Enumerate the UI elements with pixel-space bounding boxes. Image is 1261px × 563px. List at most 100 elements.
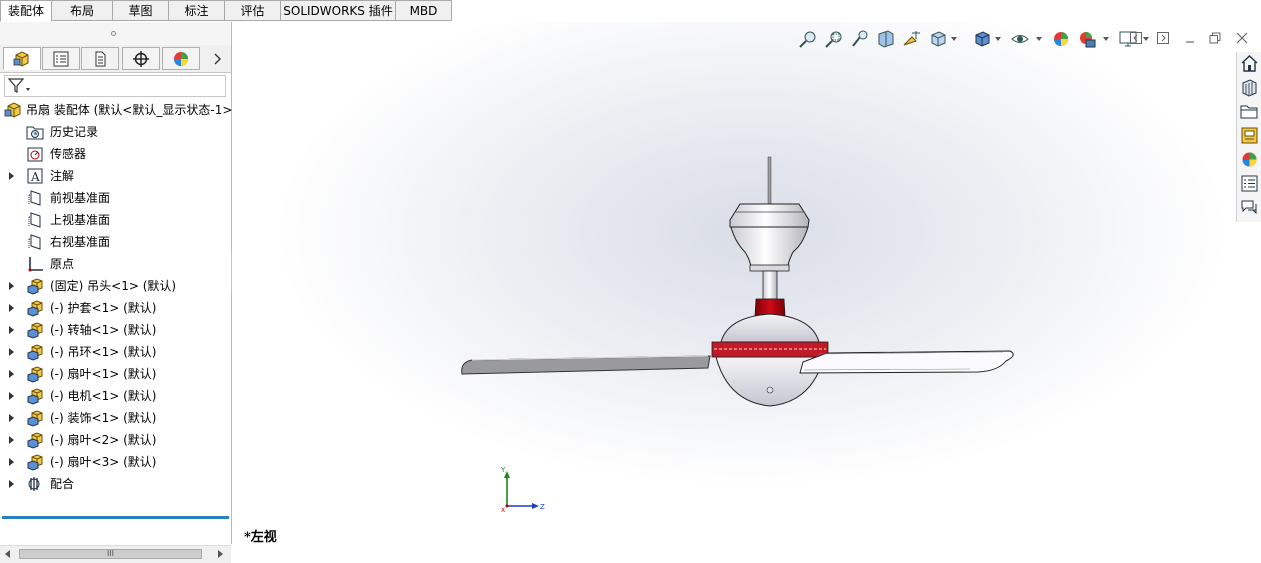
tree-item-label: (-) 护套<1> (默认): [50, 301, 157, 315]
minimize-icon[interactable]: [1184, 32, 1196, 44]
chevron-right-icon[interactable]: [212, 53, 222, 65]
expand-arrow-icon[interactable]: [9, 348, 14, 356]
home-icon[interactable]: [1240, 54, 1259, 73]
part-icon: [27, 432, 43, 449]
file-explorer-icon[interactable]: [1240, 102, 1259, 121]
tab-mbd[interactable]: MBD: [396, 0, 452, 21]
appearances-icon[interactable]: [1240, 150, 1259, 169]
expand-arrow-icon[interactable]: [9, 480, 14, 488]
tree-item-label: 注解: [50, 169, 75, 183]
canopy-bell: [730, 226, 809, 268]
zoom-to-fit-icon[interactable]: [798, 29, 818, 49]
svg-text:A: A: [30, 170, 40, 184]
display-style-icon[interactable]: [972, 29, 992, 49]
tree-item[interactable]: (-) 电机<1> (默认): [0, 385, 231, 407]
tree-item[interactable]: 配合: [0, 473, 231, 495]
design-library-icon[interactable]: [1240, 78, 1259, 97]
tree-item[interactable]: (-) 扇叶<3> (默认): [0, 451, 231, 473]
hide-show-dropdown-icon[interactable]: [1036, 37, 1042, 41]
command-manager-tabs: 装配体 布局 草图 标注 评估 SOLIDWORKS 插件 MBD: [0, 0, 452, 22]
tree-item[interactable]: (-) 吊环<1> (默认): [0, 341, 231, 363]
tree-item[interactable]: A 注解: [0, 165, 231, 187]
display-manager-tab[interactable]: [162, 47, 200, 70]
scroll-thumb[interactable]: III: [19, 549, 202, 559]
tree-item[interactable]: 前视基准面: [0, 187, 231, 209]
hide-show-items-icon[interactable]: [1010, 29, 1030, 49]
dimxpert-manager-tab[interactable]: [122, 47, 160, 70]
tree-item-label: (-) 转轴<1> (默认): [50, 323, 157, 337]
fan-blade-left: [461, 355, 711, 375]
edit-appearance-icon[interactable]: [1051, 29, 1071, 49]
tree-item[interactable]: 传感器: [0, 143, 231, 165]
view-orientation-icon[interactable]: [928, 29, 948, 49]
tree-item[interactable]: 右视基准面: [0, 231, 231, 253]
forum-icon[interactable]: [1240, 198, 1259, 217]
tree-root-label: 吊扇 装配体 (默认<默认_显示状态-1>): [26, 103, 238, 117]
part-icon: [27, 344, 43, 361]
filter-icon[interactable]: [8, 78, 32, 94]
crosshair-icon: [133, 50, 149, 67]
collapse-right-icon[interactable]: [1157, 32, 1169, 44]
display-style-dropdown-icon[interactable]: [995, 37, 1001, 41]
tree-item[interactable]: (-) 扇叶<1> (默认): [0, 363, 231, 385]
expand-arrow-icon[interactable]: [9, 458, 14, 466]
part-icon: [27, 278, 43, 295]
property-manager-tab[interactable]: [42, 47, 80, 70]
custom-properties-icon[interactable]: [1240, 174, 1259, 193]
tab-evaluate[interactable]: 评估: [225, 0, 281, 21]
property-list-icon: [53, 51, 69, 66]
collapse-left-icon[interactable]: [1130, 32, 1142, 44]
expand-arrow-icon[interactable]: [9, 436, 14, 444]
part-icon: [27, 388, 43, 405]
expand-arrow-icon[interactable]: [9, 304, 14, 312]
view-palette-icon[interactable]: [1240, 126, 1259, 145]
configuration-manager-tab[interactable]: [81, 47, 119, 70]
view-settings-dropdown-icon[interactable]: [1143, 37, 1149, 41]
sensor-icon: [27, 147, 43, 162]
tree-item[interactable]: (-) 护套<1> (默认): [0, 297, 231, 319]
tree-item[interactable]: 历史记录: [0, 121, 231, 143]
tab-layout[interactable]: 布局: [52, 0, 113, 21]
restore-icon[interactable]: [1209, 32, 1221, 44]
scroll-right-arrow-icon[interactable]: [218, 550, 223, 558]
tab-markup[interactable]: 标注: [169, 0, 225, 21]
mates-icon: [28, 477, 40, 491]
triad-y-label: Y: [500, 466, 506, 474]
tab-assembly[interactable]: 装配体: [0, 0, 52, 22]
task-pane-tabs: [1236, 52, 1261, 222]
tree-item-label: (-) 装饰<1> (默认): [50, 411, 157, 425]
graphics-area[interactable]: Y Z X: [232, 22, 1261, 544]
scroll-left-arrow-icon[interactable]: [5, 550, 10, 558]
zoom-to-area-icon[interactable]: [824, 29, 844, 49]
panel-gripper[interactable]: [0, 22, 231, 45]
expand-arrow-icon[interactable]: [9, 326, 14, 334]
tree-item[interactable]: (-) 扇叶<2> (默认): [0, 429, 231, 451]
ceiling-fan-model[interactable]: [458, 152, 1018, 412]
tree-item[interactable]: (-) 装饰<1> (默认): [0, 407, 231, 429]
rollback-bar[interactable]: [2, 516, 229, 519]
previous-view-icon[interactable]: [850, 29, 870, 49]
tab-sketch[interactable]: 草图: [113, 0, 169, 21]
tree-item[interactable]: (-) 转轴<1> (默认): [0, 319, 231, 341]
tree-root-assembly[interactable]: 吊扇 装配体 (默认<默认_显示状态-1>): [4, 99, 237, 121]
plane-icon: [28, 234, 41, 250]
feature-manager-tab[interactable]: [3, 47, 41, 70]
dynamic-annotation-icon[interactable]: [902, 29, 922, 49]
expand-arrow-icon[interactable]: [9, 282, 14, 290]
horizontal-scrollbar[interactable]: III: [0, 545, 231, 563]
close-icon[interactable]: [1236, 32, 1248, 44]
scene-dropdown-icon[interactable]: [1103, 37, 1109, 41]
expand-arrow-icon[interactable]: [9, 370, 14, 378]
tab-addins[interactable]: SOLIDWORKS 插件: [281, 0, 396, 21]
filter-box[interactable]: [4, 75, 226, 97]
apply-scene-icon[interactable]: [1077, 29, 1097, 49]
tree-item-label: (-) 扇叶<3> (默认): [50, 455, 157, 469]
expand-arrow-icon[interactable]: [9, 172, 14, 180]
expand-arrow-icon[interactable]: [9, 392, 14, 400]
view-orientation-dropdown-icon[interactable]: [951, 37, 957, 41]
tree-item[interactable]: 原点: [0, 253, 231, 275]
tree-item[interactable]: 上视基准面: [0, 209, 231, 231]
expand-arrow-icon[interactable]: [9, 414, 14, 422]
section-view-icon[interactable]: [876, 29, 896, 49]
tree-item[interactable]: (固定) 吊头<1> (默认): [0, 275, 231, 297]
